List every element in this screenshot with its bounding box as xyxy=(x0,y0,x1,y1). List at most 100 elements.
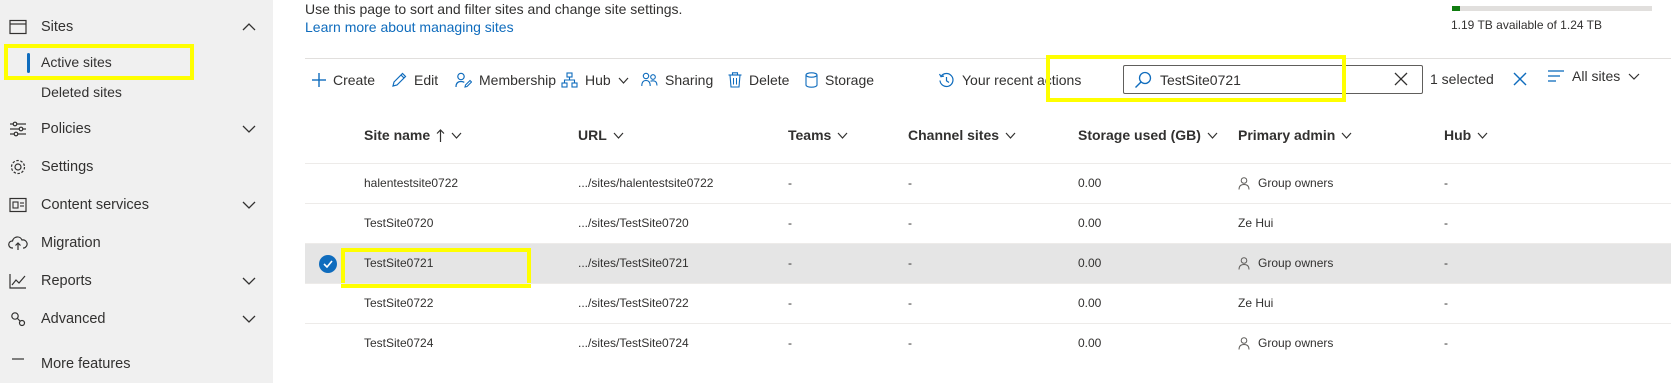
trash-icon xyxy=(728,72,742,88)
column-header-hub[interactable]: Hub xyxy=(1444,124,1488,146)
column-primary-admin-label: Primary admin xyxy=(1238,127,1336,143)
channel-sites-cell: - xyxy=(908,256,912,270)
table-row[interactable]: TestSite0722 .../sites/TestSite0722 - - … xyxy=(305,283,1671,323)
clear-selection-icon[interactable] xyxy=(1513,72,1527,86)
sort-ascending-icon xyxy=(436,128,445,142)
nav-advanced-label: Advanced xyxy=(41,311,106,327)
edit-button[interactable]: Edit xyxy=(391,68,438,92)
nav-deleted-sites[interactable]: Deleted sites xyxy=(0,78,273,108)
nav-settings[interactable]: Settings xyxy=(0,148,273,186)
view-selector[interactable]: All sites xyxy=(1548,68,1640,84)
recent-actions-label: Your recent actions xyxy=(962,72,1082,88)
membership-button[interactable]: Membership xyxy=(455,68,556,92)
site-name-cell[interactable]: TestSite0722 xyxy=(364,296,433,310)
column-header-channel-sites[interactable]: Channel sites xyxy=(908,124,1016,146)
table-row[interactable]: TestSite0720 .../sites/TestSite0720 - - … xyxy=(305,203,1671,243)
learn-more-link[interactable]: Learn more about managing sites xyxy=(305,19,514,35)
nav-deleted-sites-label: Deleted sites xyxy=(41,84,122,100)
primary-admin-label: Group owners xyxy=(1258,256,1334,270)
search-input[interactable] xyxy=(1160,70,1380,90)
url-cell: .../sites/TestSite0720 xyxy=(578,216,689,230)
nav-active-sites[interactable]: Active sites xyxy=(0,48,273,78)
column-header-primary-admin[interactable]: Primary admin xyxy=(1238,124,1352,146)
nav-more-features-label: More features xyxy=(41,356,131,372)
sharing-button[interactable]: Sharing xyxy=(641,68,713,92)
site-name-cell[interactable]: TestSite0720 xyxy=(364,216,433,230)
sliders-icon xyxy=(8,119,28,139)
url-cell: .../sites/TestSite0724 xyxy=(578,336,689,350)
channel-sites-cell: - xyxy=(908,296,912,310)
delete-button[interactable]: Delete xyxy=(728,68,789,92)
nav-advanced[interactable]: Advanced xyxy=(0,300,273,338)
person-edit-icon xyxy=(455,72,472,88)
primary-admin-label: Group owners xyxy=(1258,176,1334,190)
column-header-url[interactable]: URL xyxy=(578,124,624,146)
site-name-cell[interactable]: TestSite0721 xyxy=(364,256,433,270)
chevron-down-icon[interactable] xyxy=(240,272,258,290)
search-icon xyxy=(1135,71,1152,88)
history-icon xyxy=(938,72,954,87)
pencil-icon xyxy=(392,72,407,87)
nav-more-features[interactable]: More features xyxy=(0,345,273,383)
chevron-down-icon xyxy=(618,77,629,84)
clear-search-icon[interactable] xyxy=(1394,72,1408,86)
hub-cell: - xyxy=(1444,176,1448,190)
chevron-down-icon xyxy=(451,132,462,139)
nav-policies-label: Policies xyxy=(41,121,91,137)
chevron-down-icon xyxy=(1628,73,1640,80)
url-cell: .../sites/TestSite0721 xyxy=(578,256,689,270)
site-name-cell[interactable]: halentestsite0722 xyxy=(364,176,458,190)
person-icon xyxy=(1238,256,1250,270)
row-selected-checkmark-icon[interactable] xyxy=(319,255,337,273)
search-box[interactable] xyxy=(1123,65,1423,94)
chevron-up-icon[interactable] xyxy=(240,18,258,36)
channel-sites-cell: - xyxy=(908,176,912,190)
chevron-down-icon[interactable] xyxy=(240,120,258,138)
primary-admin-cell: Group owners xyxy=(1238,176,1333,190)
storage-used-cell: 0.00 xyxy=(1078,216,1102,230)
content-services-icon xyxy=(8,195,28,215)
more-features-icon xyxy=(8,354,28,374)
table-row[interactable]: halentestsite0722 .../sites/halentestsit… xyxy=(305,163,1671,203)
nav-policies[interactable]: Policies xyxy=(0,110,273,148)
nav-sites[interactable]: Sites xyxy=(0,8,273,46)
column-header-teams[interactable]: Teams xyxy=(788,124,848,146)
chevron-down-icon xyxy=(1207,132,1218,139)
chevron-down-icon xyxy=(613,132,624,139)
nav-reports[interactable]: Reports xyxy=(0,262,273,300)
recent-actions-button[interactable]: Your recent actions xyxy=(938,68,1081,92)
table-row[interactable]: TestSite0724 .../sites/TestSite0724 - - … xyxy=(305,323,1671,363)
nav-content-services[interactable]: Content services xyxy=(0,186,273,224)
view-selector-label: All sites xyxy=(1572,68,1621,84)
column-header-storage-used[interactable]: Storage used (GB) xyxy=(1078,124,1218,146)
person-icon xyxy=(1238,336,1250,350)
selected-count: 1 selected xyxy=(1430,71,1494,87)
site-name-cell[interactable]: TestSite0724 xyxy=(364,336,433,350)
left-navigation: Sites Active sites Deleted sites Policie… xyxy=(0,0,273,383)
membership-label: Membership xyxy=(479,72,557,88)
storage-label: Storage xyxy=(825,72,875,88)
hub-cell: - xyxy=(1444,296,1448,310)
primary-admin-label: Group owners xyxy=(1258,336,1334,350)
primary-admin-cell: Group owners xyxy=(1238,336,1333,350)
url-cell: .../sites/halentestsite0722 xyxy=(578,176,714,190)
delete-label: Delete xyxy=(749,72,790,88)
main-content: Use this page to sort and filter sites a… xyxy=(273,0,1671,383)
nav-migration[interactable]: Migration xyxy=(0,224,273,262)
table-row-selected[interactable]: TestSite0721 .../sites/TestSite0721 - - … xyxy=(305,243,1671,283)
storage-usage-fill xyxy=(1452,6,1460,11)
chevron-down-icon xyxy=(1477,132,1488,139)
create-button[interactable]: Create xyxy=(312,68,375,92)
nav-migration-label: Migration xyxy=(41,235,101,251)
storage-used-cell: 0.00 xyxy=(1078,336,1102,350)
chevron-down-icon[interactable] xyxy=(240,196,258,214)
teams-cell: - xyxy=(788,216,792,230)
edit-label: Edit xyxy=(414,72,439,88)
divider xyxy=(305,58,1671,59)
teams-cell: - xyxy=(788,296,792,310)
storage-button[interactable]: Storage xyxy=(805,68,874,92)
list-filter-icon xyxy=(1548,70,1564,82)
hub-button[interactable]: Hub xyxy=(561,68,629,92)
column-header-site-name[interactable]: Site name xyxy=(364,124,462,146)
chevron-down-icon[interactable] xyxy=(240,310,258,328)
